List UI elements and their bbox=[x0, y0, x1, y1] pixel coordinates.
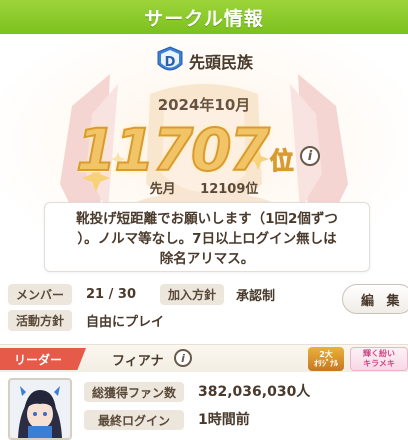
rank-badge-text: 2大 bbox=[319, 350, 333, 359]
description-line: ）。ノルマ等なし。7日以上ログイン無しは bbox=[77, 231, 337, 247]
sparkle-badge-icon: 輝く紛い キラメキ bbox=[350, 347, 408, 371]
rank-badge-icon: 2大 ｵﾘｼﾞﾅﾙ bbox=[308, 347, 344, 371]
fans-value: 382,036,030人 bbox=[198, 384, 311, 400]
ranking-value: 11707 位 bbox=[75, 114, 294, 185]
ranking-info-icon[interactable]: i bbox=[300, 146, 320, 166]
last-month-row: 先月 12109位 bbox=[0, 178, 408, 197]
ranking-month: 2024年10月 bbox=[157, 96, 251, 114]
activity-policy-value: 自由にプレイ bbox=[86, 315, 165, 330]
members-row: メンバー 21 / 30 bbox=[8, 284, 136, 305]
activity-policy-row: 活動方針 自由にプレイ bbox=[8, 310, 164, 331]
club-name-row: D 先頭民族 bbox=[0, 46, 408, 76]
leader-bar: リーダー フィアナ i 2大 ｵﾘｼﾞﾅﾙ 輝く紛い キラメキ bbox=[0, 344, 408, 372]
description-line: 靴投げ短距離でお願いします（1回2個ずつ bbox=[76, 211, 338, 227]
rank-badge-sub: ｵﾘｼﾞﾅﾙ bbox=[314, 359, 338, 368]
leader-details: 総獲得ファン数 382,036,030人 最終ログイン 1時間前 bbox=[0, 372, 408, 440]
ranking-number: 11707 bbox=[75, 115, 271, 185]
club-badge-icon: D bbox=[155, 46, 185, 76]
leader-avatar[interactable] bbox=[8, 378, 72, 440]
club-info-panel: D 先頭民族 2024年10月 11707 位 i 先月 12109位 靴投げ短… bbox=[0, 34, 408, 440]
club-name: 先頭民族 bbox=[188, 53, 253, 72]
last-month-label: 先月 bbox=[149, 182, 176, 197]
club-badge-letter: D bbox=[165, 55, 176, 70]
last-login-label: 最終ログイン bbox=[84, 410, 184, 430]
fans-label: 総獲得ファン数 bbox=[84, 382, 184, 402]
activity-policy-label: 活動方針 bbox=[8, 310, 73, 331]
last-month-rank: 12109位 bbox=[200, 182, 259, 197]
leader-tag: リーダー bbox=[0, 348, 86, 370]
ranking-suffix: 位 bbox=[269, 147, 294, 176]
join-policy-label: 加入方針 bbox=[160, 284, 225, 305]
members-value: 21 / 30 bbox=[86, 287, 136, 302]
last-login-value: 1時間前 bbox=[198, 412, 250, 428]
leader-name: フィアナ bbox=[112, 354, 164, 369]
title-bar: サークル情報 bbox=[0, 0, 408, 34]
leader-info-icon[interactable]: i bbox=[174, 349, 192, 367]
sparkle-badge-bottom: キラメキ bbox=[363, 359, 395, 368]
members-label: メンバー bbox=[8, 284, 73, 305]
page-title: サークル情報 bbox=[144, 7, 264, 30]
join-policy-value: 承認制 bbox=[236, 289, 276, 304]
join-policy-row: 加入方針 承認制 bbox=[160, 284, 275, 305]
club-description: 靴投げ短距離でお願いします（1回2個ずつ ）。ノルマ等なし。7日以上ログイン無し… bbox=[44, 202, 370, 272]
sparkle-badge-top: 輝く紛い bbox=[363, 349, 395, 358]
description-line: 除名アリマス。 bbox=[159, 251, 255, 267]
edit-button[interactable]: 編 集 bbox=[342, 284, 408, 314]
